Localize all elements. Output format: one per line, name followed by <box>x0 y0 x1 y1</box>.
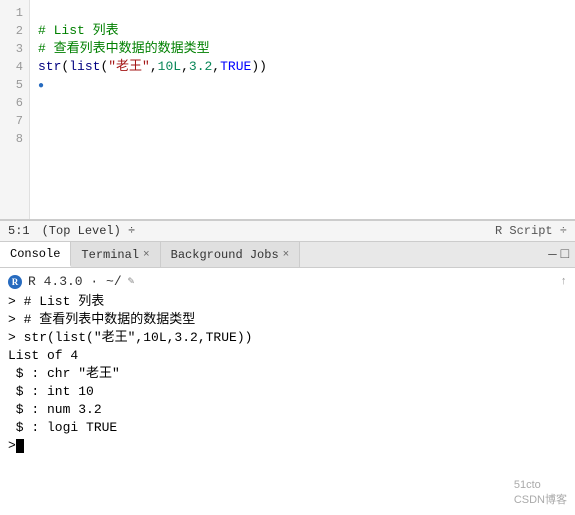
code-editor[interactable]: 1 2 3 4 5 6 7 8 # List 列表 # 查看列表中数据的数据类型… <box>0 0 575 220</box>
code-line-8 <box>38 132 567 150</box>
r-version-text: R 4.3.0 · ~/ <box>28 273 122 291</box>
watermark: 51cto CSDN博客 <box>514 479 567 507</box>
console-prompt-line[interactable]: > <box>8 437 567 455</box>
console-line-6: $ : int 10 <box>8 383 567 401</box>
code-line-3: # 查看列表中数据的数据类型 <box>38 40 567 58</box>
cursor <box>16 439 24 453</box>
watermark-line2: CSDN博客 <box>514 491 567 507</box>
code-line-5: ● <box>38 76 567 96</box>
script-type: R Script ÷ <box>495 224 567 238</box>
watermark-line1: 51cto <box>514 479 567 491</box>
minimize-icon[interactable]: — <box>548 247 556 263</box>
tab-background-jobs[interactable]: Background Jobs × <box>161 242 301 267</box>
tab-terminal-close[interactable]: × <box>143 249 150 261</box>
code-content[interactable]: # List 列表 # 查看列表中数据的数据类型 str(list("老王",1… <box>30 0 575 219</box>
tab-console[interactable]: Console <box>0 242 71 267</box>
tab-background-jobs-close[interactable]: × <box>283 249 290 261</box>
tab-background-jobs-label: Background Jobs <box>171 248 279 262</box>
console-line-5: $ : chr "老王" <box>8 365 567 383</box>
console-line-7: $ : num 3.2 <box>8 401 567 419</box>
tab-bar: Console Terminal × Background Jobs × — □ <box>0 242 575 268</box>
prompt-symbol: > <box>8 437 16 455</box>
code-level: (Top Level) ÷ <box>42 224 136 238</box>
console-line-2: > # 查看列表中数据的数据类型 <box>8 311 567 329</box>
console-line-1: > # List 列表 <box>8 293 567 311</box>
tab-console-label: Console <box>10 247 60 261</box>
status-bar: 5:1 (Top Level) ÷ R Script ÷ <box>0 220 575 242</box>
maximize-icon[interactable]: □ <box>561 247 569 263</box>
tab-terminal[interactable]: Terminal × <box>71 242 160 267</box>
code-line-7 <box>38 114 567 132</box>
code-line-4: str(list("老王",10L,3.2,TRUE)) <box>38 58 567 76</box>
console-panel: Console Terminal × Background Jobs × — □… <box>0 242 575 515</box>
console-line-4: List of 4 <box>8 347 567 365</box>
pencil-icon[interactable]: ✎ <box>128 273 135 291</box>
r-logo: R <box>8 275 22 289</box>
console-content[interactable]: R R 4.3.0 · ~/ ✎ ↑ > # List 列表 > # 查看列表中… <box>0 268 575 515</box>
console-line-8: $ : logi TRUE <box>8 419 567 437</box>
status-left: 5:1 (Top Level) ÷ <box>8 224 135 238</box>
console-header: R R 4.3.0 · ~/ ✎ ↑ <box>8 272 567 291</box>
tab-action-icons: — □ <box>548 242 575 267</box>
code-line-6 <box>38 96 567 114</box>
scroll-icon[interactable]: ↑ <box>560 276 567 288</box>
line-numbers: 1 2 3 4 5 6 7 8 <box>0 0 30 219</box>
cursor-position: 5:1 <box>8 224 30 238</box>
code-line-2: # List 列表 <box>38 22 567 40</box>
console-line-3: > str(list("老王",10L,3.2,TRUE)) <box>8 329 567 347</box>
tab-terminal-label: Terminal <box>81 248 139 262</box>
code-line-1 <box>38 4 567 22</box>
